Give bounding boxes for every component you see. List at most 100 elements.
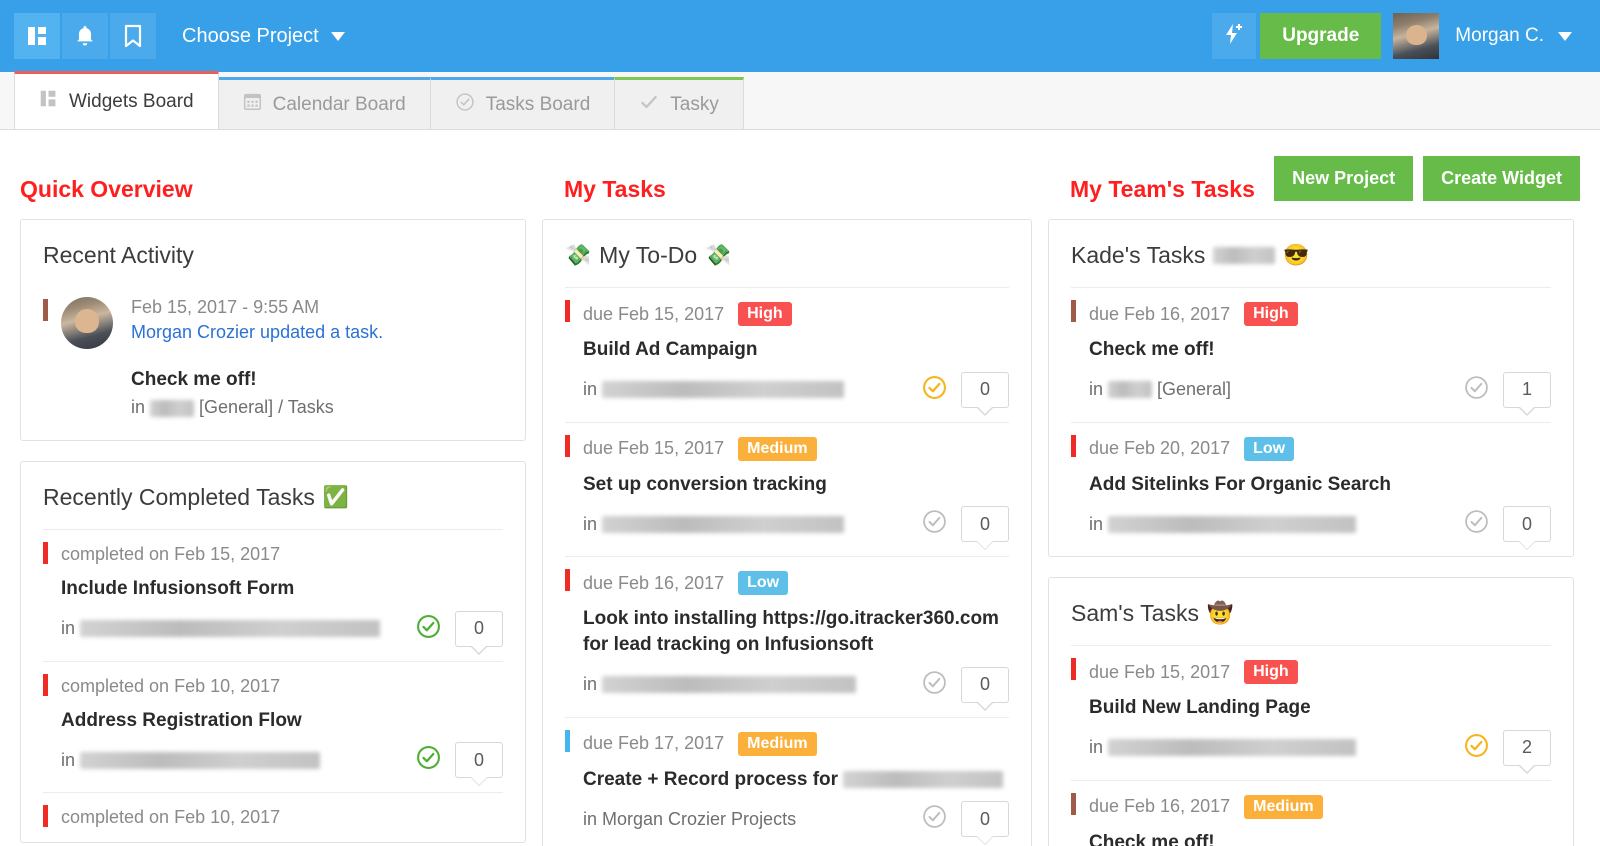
task-status-check-icon[interactable]	[416, 614, 441, 644]
task-title[interactable]: Include Infusionsoft Form	[61, 576, 503, 602]
task-row: due Feb 16, 2017MediumCheck me off!in[Ge…	[1071, 780, 1551, 846]
task-status-check-icon[interactable]	[416, 745, 441, 775]
redacted-text	[150, 400, 194, 417]
check-circle-icon	[455, 92, 475, 118]
task-location: in	[1089, 737, 1361, 758]
column-annotation-label: My Tasks	[564, 176, 666, 203]
task-status-check-icon[interactable]	[1464, 509, 1489, 539]
task-date: completed on Feb 15, 2017	[61, 544, 280, 565]
task-title[interactable]: Look into installing https://go.itracker…	[583, 606, 1009, 657]
task-header: completed on Feb 10, 2017	[61, 807, 503, 828]
bolt-plus-icon	[1222, 22, 1246, 51]
task-date: due Feb 15, 2017	[1089, 662, 1230, 683]
user-menu[interactable]: Morgan C.	[1443, 13, 1586, 59]
task-title[interactable]: Check me off!	[1089, 830, 1551, 846]
task-status-check-icon[interactable]	[922, 804, 947, 834]
task-actions: 0	[416, 611, 503, 647]
task-title[interactable]: Check me off!	[1089, 337, 1551, 363]
task-title[interactable]: Create + Record process for	[583, 767, 1009, 793]
task-actions: 0	[1464, 506, 1551, 542]
comment-count-bubble[interactable]: 0	[961, 372, 1009, 408]
bell-icon-button[interactable]	[62, 13, 108, 59]
task-row: due Feb 17, 2017Medium Create + Record pr…	[565, 717, 1009, 846]
task-footer: in[General]1	[1089, 372, 1551, 408]
task-location: in	[61, 750, 325, 771]
create-widget-button[interactable]: Create Widget	[1423, 156, 1580, 201]
tab-widgets-board[interactable]: Widgets Board	[14, 71, 219, 129]
comment-count-bubble[interactable]: 0	[961, 506, 1009, 542]
choose-project-dropdown[interactable]: Choose Project	[182, 25, 345, 48]
task-row: completed on Feb 15, 2017 Include Infusio…	[43, 529, 503, 661]
column-3: My Team's Tasks Kade's Tasks😎 due Feb 16, …	[1048, 176, 1574, 846]
task-title[interactable]: Build New Landing Page	[1089, 695, 1551, 721]
widgets-grid-icon-button[interactable]	[14, 13, 60, 59]
in-prefix: in	[583, 379, 597, 400]
user-name-label: Morgan C.	[1455, 25, 1544, 47]
task-status-check-icon[interactable]	[922, 670, 947, 700]
redacted-text	[1213, 247, 1275, 264]
in-prefix: in	[583, 514, 597, 535]
task-status-check-icon[interactable]	[1464, 733, 1489, 763]
chevron-down-icon	[331, 32, 345, 41]
new-project-button[interactable]: New Project	[1274, 156, 1413, 201]
comment-count-bubble[interactable]: 1	[1503, 372, 1551, 408]
comment-count-bubble[interactable]: 0	[455, 742, 503, 778]
task-title[interactable]: Set up conversion tracking	[583, 472, 1009, 498]
widget-card: Kade's Tasks😎due Feb 16, 2017HighCheck m…	[1048, 219, 1574, 557]
in-prefix: in	[1089, 379, 1103, 400]
task-location: in Morgan Crozier Projects	[583, 809, 801, 830]
bell-icon	[74, 24, 96, 48]
task-header: due Feb 17, 2017Medium	[583, 732, 1009, 756]
priority-accent-bar	[565, 569, 570, 591]
redacted-text	[1108, 381, 1152, 398]
tab-calendar-board[interactable]: Calendar Board	[218, 77, 431, 129]
task-row: completed on Feb 10, 2017Address Registr…	[43, 661, 503, 793]
task-title-text: Create + Record process for	[583, 769, 838, 790]
tab-tasks-board[interactable]: Tasks Board	[430, 77, 616, 129]
tab-tasky[interactable]: Tasky	[614, 77, 744, 129]
widget-card-title-text: Sam's Tasks	[1071, 600, 1199, 627]
task-actions: 0	[416, 742, 503, 778]
tab-label: Tasks Board	[486, 94, 591, 116]
task-status-check-icon[interactable]	[1464, 375, 1489, 405]
priority-accent-bar	[1071, 300, 1076, 322]
column-1: Quick OverviewRecent ActivityFeb 15, 201…	[20, 176, 526, 846]
widget-card-title: Kade's Tasks😎	[1071, 242, 1551, 287]
task-date: due Feb 16, 2017	[583, 573, 724, 594]
task-status-check-icon[interactable]	[922, 375, 947, 405]
task-location: in	[61, 618, 385, 639]
comment-count-bubble[interactable]: 0	[1503, 506, 1551, 542]
task-header: due Feb 20, 2017Low	[1089, 437, 1551, 461]
task-header: due Feb 16, 2017Low	[583, 571, 1009, 595]
choose-project-label: Choose Project	[182, 25, 319, 48]
title-emoji: ✅	[323, 486, 349, 510]
title-emoji: 😎	[1283, 244, 1309, 268]
redacted-text	[80, 752, 320, 769]
priority-badge: Low	[1244, 437, 1294, 461]
task-title[interactable]: Add Sitelinks For Organic Search	[1089, 472, 1551, 498]
task-actions: 2	[1464, 730, 1551, 766]
money-wings-emoji: 💸	[565, 244, 591, 268]
task-title-text: Build New Landing Page	[1089, 697, 1311, 718]
task-title[interactable]: Build Ad Campaign	[583, 337, 1009, 363]
bookmark-icon-button[interactable]	[110, 13, 156, 59]
calendar-icon	[243, 92, 262, 117]
widget-card: Sam's Tasks🤠due Feb 15, 2017HighBuild Ne…	[1048, 577, 1574, 846]
comment-count-bubble[interactable]: 0	[455, 611, 503, 647]
task-status-check-icon[interactable]	[922, 509, 947, 539]
column-annotation-label: My Team's Tasks	[1070, 176, 1255, 203]
upgrade-button[interactable]: Upgrade	[1260, 13, 1381, 59]
redacted-text	[843, 771, 1003, 788]
activity-task-title[interactable]: Check me off!	[131, 369, 383, 391]
bookmark-icon	[124, 24, 142, 48]
task-title-text: Look into installing https://go.itracker…	[583, 608, 999, 655]
comment-count-bubble[interactable]: 0	[961, 667, 1009, 703]
activity-item: Feb 15, 2017 - 9:55 AMMorgan Crozier upd…	[43, 287, 503, 440]
priority-accent-bar	[565, 435, 570, 457]
activity-actor-link[interactable]: Morgan Crozier updated a task.	[131, 322, 383, 343]
comment-count-bubble[interactable]: 2	[1503, 730, 1551, 766]
bolt-plus-icon-button[interactable]	[1212, 13, 1256, 59]
comment-count-bubble[interactable]: 0	[961, 801, 1009, 837]
task-title[interactable]: Address Registration Flow	[61, 708, 503, 734]
task-location: in	[583, 674, 861, 695]
